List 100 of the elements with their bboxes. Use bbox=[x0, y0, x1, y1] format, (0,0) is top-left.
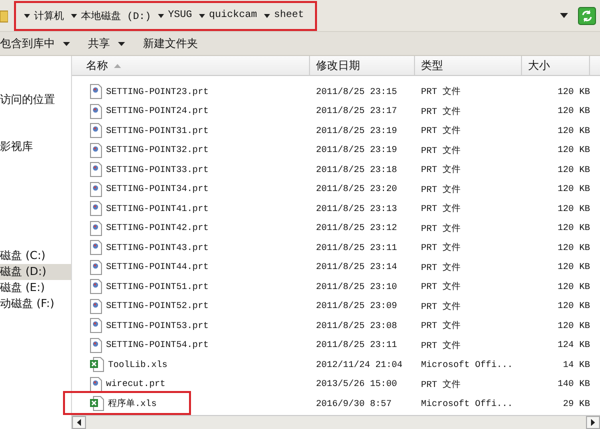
sidebar-item[interactable]: 访问的位置 bbox=[0, 92, 71, 108]
document-icon bbox=[90, 260, 102, 275]
file-name[interactable]: ToolLib.xls bbox=[108, 360, 168, 370]
toolbar-button[interactable]: 新建文件夹 bbox=[143, 34, 204, 53]
modified-date: 2011/8/25 23:14 bbox=[315, 262, 398, 272]
file-name[interactable]: SETTING-POINT24.prt bbox=[106, 106, 209, 116]
file-name[interactable]: SETTING-POINT23.prt bbox=[106, 86, 209, 97]
file-size: 124 KB bbox=[556, 340, 590, 350]
scroll-right-button[interactable] bbox=[586, 416, 600, 429]
file-name[interactable]: SETTING-POINT43.prt bbox=[106, 242, 209, 253]
file-size: 120 KB bbox=[556, 106, 590, 116]
file-size: 29 KB bbox=[562, 398, 590, 409]
caret-icon[interactable] bbox=[158, 14, 164, 18]
modified-date: 2011/8/25 23:10 bbox=[315, 282, 398, 292]
breadcrumb-item[interactable]: 本地磁盘 (D:) bbox=[81, 8, 152, 22]
document-icon bbox=[90, 104, 102, 119]
right-arrow-icon bbox=[591, 419, 595, 426]
file-size: 140 KB bbox=[556, 379, 590, 390]
document-icon bbox=[90, 338, 102, 353]
document-icon bbox=[90, 376, 102, 392]
caret-icon bbox=[63, 42, 70, 46]
caret-icon[interactable] bbox=[24, 14, 30, 18]
breadcrumb-item[interactable]: 计算机 bbox=[34, 8, 64, 22]
file-size: 14 KB bbox=[562, 360, 590, 370]
file-name[interactable]: SETTING-POINT44.prt bbox=[106, 262, 209, 272]
file-type: PRT 文件 bbox=[420, 106, 462, 118]
modified-date: 2011/8/25 23:08 bbox=[315, 320, 398, 331]
toolbar-button[interactable]: 包含到库中 bbox=[0, 34, 76, 53]
modified-date: 2011/8/25 23:18 bbox=[315, 164, 398, 175]
document-icon bbox=[90, 240, 102, 256]
file-size: 120 KB bbox=[556, 126, 590, 136]
sidebar-item[interactable]: 磁盘 (C:) bbox=[0, 248, 71, 264]
file-size: 120 KB bbox=[556, 262, 590, 272]
file-name[interactable]: SETTING-POINT34.prt bbox=[106, 184, 209, 194]
sidebar-item[interactable]: 动磁盘 (F:) bbox=[0, 296, 71, 312]
file-name[interactable]: SETTING-POINT52.prt bbox=[106, 301, 209, 312]
file-name[interactable]: SETTING-POINT41.prt bbox=[106, 204, 209, 214]
column-header[interactable]: 名称 bbox=[72, 56, 310, 75]
breadcrumb-item[interactable]: YSUG bbox=[168, 10, 192, 21]
document-icon bbox=[90, 201, 102, 216]
file-name[interactable]: SETTING-POINT51.prt bbox=[106, 282, 209, 292]
modified-date: 2011/8/25 23:19 bbox=[315, 126, 398, 136]
file-type: PRT 文件 bbox=[420, 280, 462, 294]
file-size: 120 KB bbox=[556, 223, 590, 234]
file-type: PRT 文件 bbox=[420, 86, 462, 98]
modified-date: 2011/8/25 23:11 bbox=[315, 242, 398, 253]
modified-date: 2016/9/30 8:57 bbox=[315, 398, 393, 409]
file-name[interactable]: SETTING-POINT31.prt bbox=[106, 126, 209, 136]
file-type: Microsoft Offi... bbox=[420, 398, 514, 409]
modified-date: 2011/8/25 23:15 bbox=[315, 86, 398, 97]
file-name[interactable]: SETTING-POINT33.prt bbox=[106, 164, 209, 175]
file-type: PRT 文件 bbox=[420, 184, 462, 196]
file-size: 120 KB bbox=[556, 242, 590, 253]
caret-icon bbox=[118, 42, 125, 46]
column-header[interactable]: 大小 bbox=[522, 56, 590, 75]
document-icon bbox=[90, 123, 102, 138]
spreadsheet-icon bbox=[90, 357, 104, 372]
modified-date: 2011/8/25 23:12 bbox=[315, 223, 398, 234]
scroll-left-button[interactable] bbox=[72, 416, 86, 429]
modified-date: 2011/8/25 23:19 bbox=[315, 145, 398, 156]
file-type: PRT 文件 bbox=[420, 202, 462, 216]
file-size: 120 KB bbox=[556, 320, 590, 331]
file-name[interactable]: SETTING-POINT54.prt bbox=[106, 340, 209, 350]
modified-date: 2011/8/25 23:11 bbox=[315, 340, 398, 350]
modified-date: 2011/8/25 23:13 bbox=[315, 204, 398, 214]
file-name[interactable]: SETTING-POINT42.prt bbox=[106, 223, 209, 234]
file-type: PRT 文件 bbox=[420, 340, 462, 352]
breadcrumb-item[interactable]: quickcam bbox=[209, 10, 258, 21]
file-name[interactable]: SETTING-POINT53.prt bbox=[106, 320, 209, 331]
sidebar-item[interactable]: 磁盘 (E:) bbox=[0, 280, 71, 296]
caret-icon[interactable] bbox=[199, 14, 206, 18]
sidebar-item[interactable]: 影视库 bbox=[0, 139, 71, 155]
breadcrumb-item[interactable]: sheet bbox=[274, 10, 304, 21]
sidebar-item[interactable]: 磁盘 (D:) bbox=[0, 264, 71, 280]
file-name[interactable]: SETTING-POINT32.prt bbox=[106, 145, 209, 156]
file-size: 120 KB bbox=[556, 145, 590, 156]
spreadsheet-icon bbox=[90, 396, 104, 412]
left-arrow-icon bbox=[77, 419, 81, 426]
file-size: 120 KB bbox=[556, 282, 590, 292]
file-name[interactable]: 程序单.xls bbox=[108, 397, 157, 410]
file-size: 120 KB bbox=[556, 204, 590, 214]
file-type: PRT 文件 bbox=[420, 164, 462, 176]
caret-icon[interactable] bbox=[71, 14, 77, 18]
document-icon bbox=[90, 182, 102, 197]
toolbar-button[interactable]: 共享 bbox=[88, 34, 131, 53]
dropdown-caret-icon[interactable] bbox=[560, 13, 568, 18]
file-name[interactable]: wirecut.prt bbox=[106, 379, 166, 390]
document-icon bbox=[90, 142, 102, 158]
modified-date: 2011/8/25 23:09 bbox=[315, 301, 398, 312]
file-type: PRT 文件 bbox=[420, 124, 462, 138]
file-type: PRT 文件 bbox=[420, 242, 462, 254]
caret-icon[interactable] bbox=[264, 14, 270, 18]
column-header[interactable]: 修改日期 bbox=[310, 56, 415, 75]
column-header[interactable]: 类型 bbox=[415, 56, 522, 75]
document-icon bbox=[90, 162, 102, 178]
modified-date: 2011/8/25 23:20 bbox=[315, 184, 398, 194]
file-type: PRT 文件 bbox=[420, 378, 462, 391]
file-size: 120 KB bbox=[556, 301, 590, 312]
refresh-icon[interactable] bbox=[578, 6, 596, 24]
file-type: PRT 文件 bbox=[420, 300, 462, 313]
